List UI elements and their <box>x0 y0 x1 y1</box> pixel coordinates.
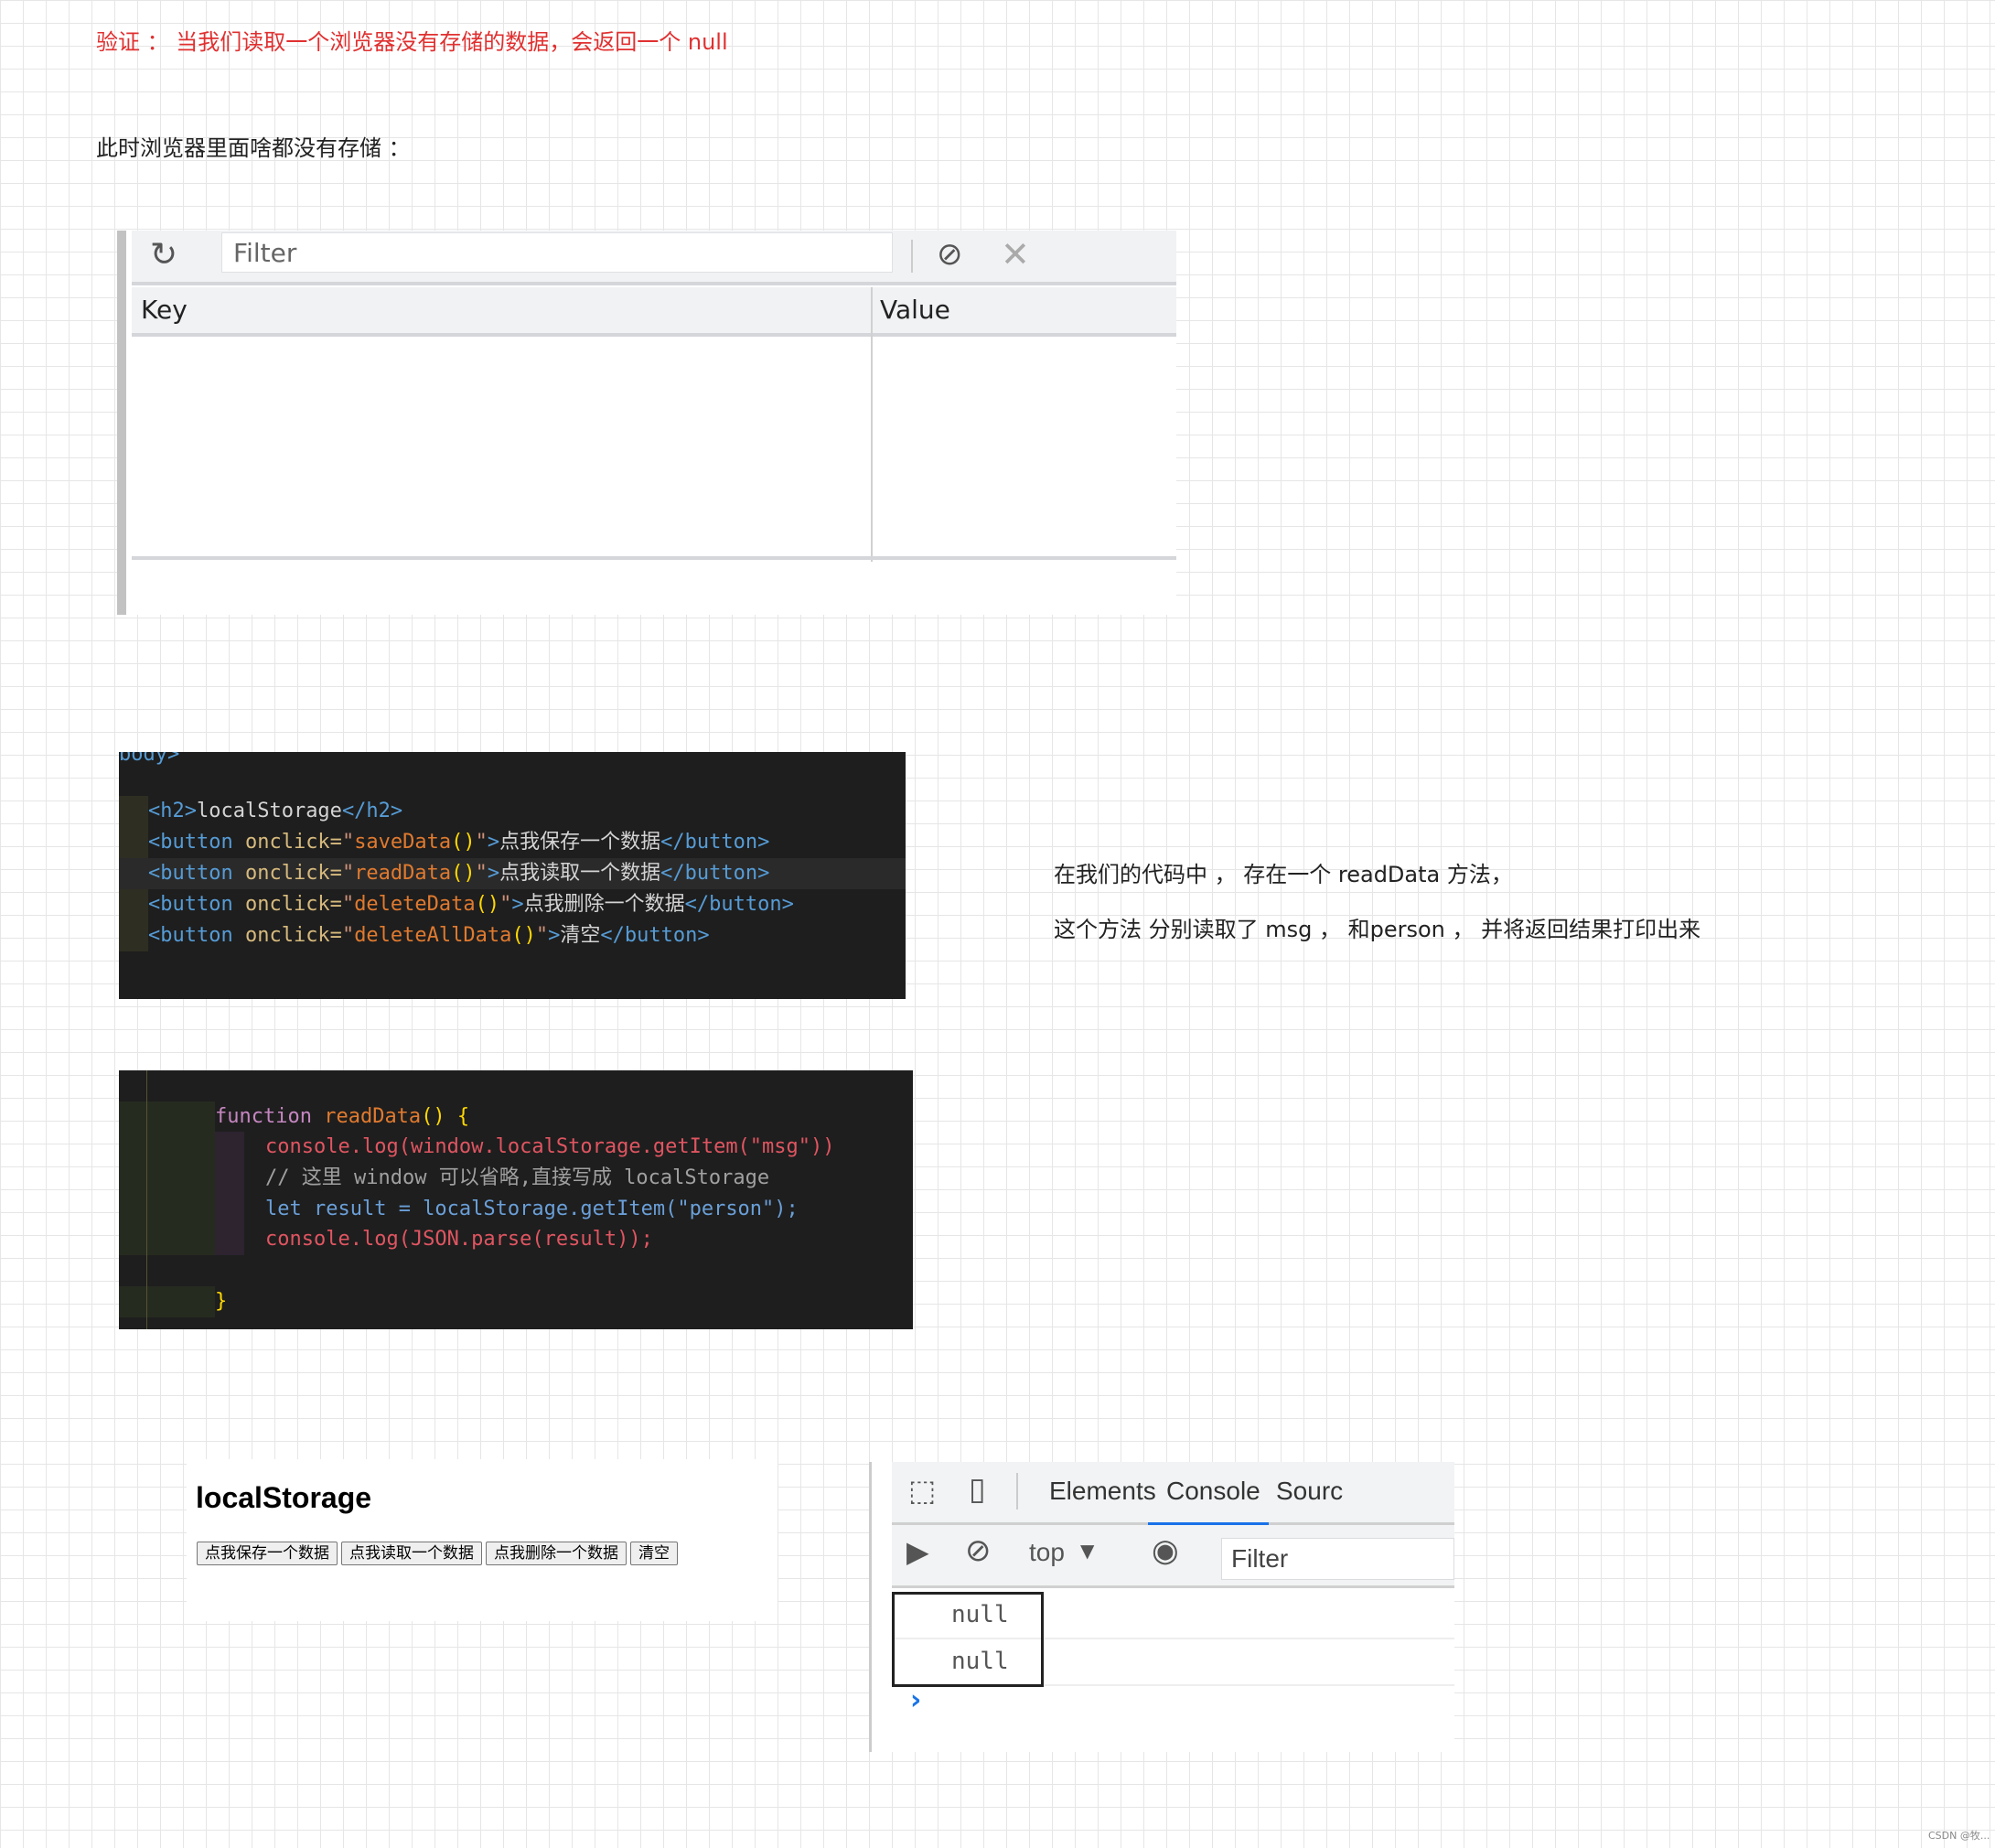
inspect-element-icon[interactable]: ⬚ <box>908 1473 936 1508</box>
code-comment: // 这里 window 可以省略,直接写成 localStorage <box>265 1166 770 1189</box>
intro-text: 此时浏览器里面啥都没有存储 ： <box>96 135 411 161</box>
column-divider[interactable] <box>871 287 873 562</box>
delete-data-button[interactable]: 点我删除一个数据 <box>486 1542 627 1565</box>
clear-all-icon[interactable]: ⊘ <box>937 236 963 273</box>
divider <box>1016 1473 1018 1510</box>
clear-all-button[interactable]: 清空 <box>630 1542 678 1565</box>
delete-selected-icon[interactable]: ✕ <box>1001 234 1030 274</box>
devtools-tab-bar: ⬚ ▯ Elements Console Sourc <box>892 1462 1454 1525</box>
context-selector[interactable]: top <box>1029 1538 1065 1567</box>
code-line: console.log(JSON.parse(result)); <box>265 1228 653 1251</box>
explanation-line-1: 在我们的代码中 ， 存在一个 readData 方法， <box>1054 862 1513 887</box>
code-line: <button onclick="readData()">点我读取一个数据</b… <box>148 862 770 885</box>
tab-console[interactable]: Console <box>1166 1477 1260 1506</box>
refresh-icon[interactable]: ↻ <box>150 236 177 274</box>
column-key[interactable]: Key <box>141 295 188 325</box>
code-line: <button onclick="saveData()">点我保存一个数据</b… <box>148 831 770 854</box>
table-header: Key Value <box>132 287 1176 337</box>
clear-console-icon[interactable]: ⊘ <box>965 1532 992 1569</box>
scrollbar[interactable] <box>117 231 126 615</box>
local-storage-panel: ↻ Filter ⊘ ✕ Key Value <box>117 231 1176 615</box>
indent-guide <box>119 1286 215 1317</box>
save-data-button[interactable]: 点我保存一个数据 <box>197 1542 338 1565</box>
filter-input[interactable]: Filter <box>221 232 893 273</box>
code-line: <button onclick="deleteData()">点我删除一个数据<… <box>148 893 794 916</box>
devtools-console: ⬚ ▯ Elements Console Sourc ▶ ⊘ top ▼ ◉ F… <box>869 1462 1454 1752</box>
device-toolbar-icon[interactable]: ▯ <box>969 1471 986 1508</box>
tab-elements[interactable]: Elements <box>1049 1477 1156 1506</box>
table-footer-divider <box>132 556 1176 560</box>
code-cut-line: body> <box>119 752 180 766</box>
preview-title: localStorage <box>196 1481 372 1514</box>
code-line: let result = localStorage.getItem("perso… <box>265 1198 799 1220</box>
code-line: } <box>215 1290 228 1313</box>
console-filter-input[interactable]: Filter <box>1221 1538 1454 1580</box>
page-heading: 验证 ： 当我们读取一个浏览器没有存储的数据，会返回一个 null <box>96 29 728 55</box>
code-line: function readData() { <box>215 1105 470 1128</box>
guide-line <box>146 1070 147 1329</box>
toolbar-divider <box>911 240 913 273</box>
console-toolbar: ▶ ⊘ top ▼ ◉ Filter <box>892 1525 1454 1588</box>
watermark: CSDN @牧... <box>1928 1830 1990 1842</box>
storage-toolbar: ↻ Filter ⊘ ✕ <box>132 231 1176 285</box>
live-expression-eye-icon[interactable]: ◉ <box>1152 1532 1179 1569</box>
indent-guide <box>119 1101 215 1255</box>
code-line: console.log(window.localStorage.getItem(… <box>265 1135 835 1158</box>
explanation-line-2: 这个方法 分别读取了 msg ， 和person ， 并将返回结果打印出来 <box>1054 917 1701 942</box>
indent-guide-inner <box>215 1132 244 1255</box>
page-preview: localStorage 点我保存一个数据 点我读取一个数据 点我删除一个数据 … <box>187 1459 778 1621</box>
js-code-block: function readData() { console.log(window… <box>119 1070 913 1329</box>
highlight-box <box>892 1592 1044 1687</box>
read-data-button[interactable]: 点我读取一个数据 <box>341 1542 482 1565</box>
code-line: <h2>localStorage</h2> <box>148 800 403 822</box>
code-line: <button onclick="deleteAllData()">清空</bu… <box>148 924 710 947</box>
html-code-block: body> <h2>localStorage</h2> <button oncl… <box>119 752 906 999</box>
tab-sources[interactable]: Sourc <box>1276 1477 1343 1506</box>
table-body-empty <box>132 337 1176 556</box>
show-sidebar-icon[interactable]: ▶ <box>906 1534 929 1569</box>
dropdown-arrow-icon[interactable]: ▼ <box>1080 1540 1094 1562</box>
column-value[interactable]: Value <box>880 295 950 325</box>
console-prompt-icon[interactable]: › <box>910 1684 921 1716</box>
